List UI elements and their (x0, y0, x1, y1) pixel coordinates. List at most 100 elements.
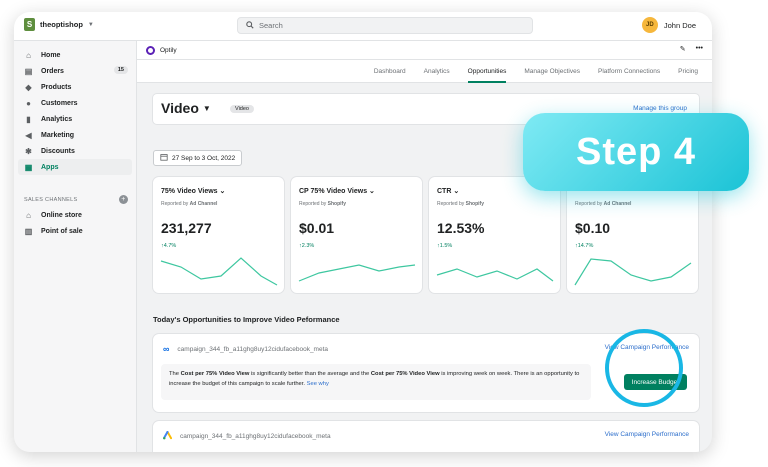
add-channel-icon[interactable]: + (119, 195, 128, 204)
metric-title-text: CP 75% Video Views (299, 188, 368, 195)
manage-group-link[interactable]: Manage this group (633, 105, 687, 112)
tab-dashboard[interactable]: Dashboard (374, 60, 406, 82)
opportunities-heading: Today's Opportunities to Improve Video P… (153, 315, 340, 324)
sidebar-item-home[interactable]: ⌂ Home (14, 47, 136, 63)
search-input[interactable]: Search (237, 17, 533, 34)
tab-pricing[interactable]: Pricing (678, 60, 698, 82)
source-name: Shopify (327, 201, 346, 207)
metric-source: Reported by Ad Channel (575, 201, 631, 207)
tab-platform-connections[interactable]: Platform Connections (598, 60, 660, 82)
desc-text: The (169, 371, 181, 377)
sparkline (160, 257, 278, 286)
home-icon: ⌂ (26, 50, 31, 60)
sidebar-item-marketing[interactable]: ◀ Marketing (14, 127, 136, 143)
chevron-down-icon: ▼ (87, 21, 94, 28)
campaign-name: campaign_344_fb_a11ghg8uy12cidufacebook_… (177, 345, 329, 353)
delta-value: 14.7% (577, 243, 594, 249)
metric-delta: ↑4.7% (161, 243, 176, 249)
chevron-down-icon: ⌄ (219, 188, 226, 195)
bar-chart-icon: ▮ (26, 114, 31, 124)
sidebar-item-label: Products (41, 83, 72, 91)
app-header-actions: ✎ ••• (680, 45, 703, 53)
pos-icon: ▥ (24, 226, 33, 236)
top-bar: S theoptishop ▼ Search JD John Doe (14, 12, 712, 41)
sidebar-item-analytics[interactable]: ▮ Analytics (14, 111, 136, 127)
sparkline-chart (298, 264, 416, 282)
metric-card[interactable]: Reported by Ad Channel $0.10 ↑14.7% (567, 177, 698, 293)
sidebar-item-products[interactable]: ◆ Products (14, 79, 136, 95)
metric-title: 75% Video Views ⌄ (161, 187, 225, 195)
app-window: S theoptishop ▼ Search JD John Doe ⌂ Hom… (14, 12, 712, 452)
sidebar-item-label: Customers (41, 99, 78, 107)
delta-value: 2.3% (301, 243, 315, 249)
sidebar-item-point-of-sale[interactable]: ▥ Point of sale (14, 223, 136, 239)
chevron-down-icon: ⌄ (369, 188, 375, 195)
pin-icon[interactable]: ✎ (680, 45, 686, 53)
avatar: JD (641, 17, 658, 33)
tab-analytics[interactable]: Analytics (424, 60, 450, 82)
sidebar-item-label: Discounts (41, 147, 75, 155)
search-icon (246, 20, 254, 31)
desc-metric: Cost per 75% Video View (370, 371, 440, 377)
sparkline (436, 268, 554, 282)
tag-icon: ◆ (25, 82, 32, 92)
sidebar-item-label: Marketing (41, 131, 75, 139)
sidebar-item-customers[interactable]: ● Customers (14, 95, 136, 111)
shopify-bag-icon: S (24, 18, 35, 31)
reported-by-label: Reported by (437, 201, 465, 207)
store-switcher[interactable]: S theoptishop ▼ (24, 18, 94, 31)
user-name: John Doe (663, 20, 696, 30)
metric-title: CP 75% Video Views ⌄ (299, 187, 375, 195)
meta-logo-icon: ∞ (163, 344, 170, 354)
tab-bar: Dashboard Analytics Opportunities Manage… (137, 60, 712, 83)
metric-source: Reported by Ad Channel (161, 201, 217, 207)
user-menu[interactable]: JD John Doe (641, 17, 696, 33)
tab-opportunities[interactable]: Opportunities (467, 60, 506, 83)
metric-card[interactable]: CTR ⌄ Reported by Shopify 12.53% ↑1.5% (429, 177, 560, 293)
metric-delta: ↑2.3% (299, 243, 314, 249)
reported-by-label: Reported by (299, 201, 327, 207)
campaign-header: ∞ campaign_344_fb_a11ghg8uy12cidufaceboo… (163, 344, 328, 354)
apps-icon: ▦ (24, 162, 33, 172)
opportunity-card: campaign_344_fb_a11ghg8uy12cidufacebook_… (153, 421, 699, 452)
store-icon: ⌂ (26, 210, 31, 220)
desc-text: is significantly better than the average… (249, 371, 371, 377)
group-chip: Video (230, 105, 254, 113)
source-name: Ad Channel (189, 201, 218, 207)
metric-delta: ↑1.5% (437, 243, 452, 249)
sidebar-item-label: Orders (41, 67, 64, 75)
metric-title: CTR ⌄ (437, 187, 459, 195)
view-campaign-performance-link[interactable]: View Campaign Performance (605, 431, 689, 438)
sidebar-item-discounts[interactable]: ✱ Discounts (14, 143, 136, 159)
sidebar-item-apps[interactable]: ▦ Apps (18, 159, 132, 175)
sidebar-item-label: Analytics (41, 115, 73, 123)
metric-title-text: CTR (437, 188, 452, 195)
store-name: theoptishop (40, 20, 83, 29)
metric-card[interactable]: 75% Video Views ⌄ Reported by Ad Channel… (153, 177, 284, 293)
sidebar-item-label: Online store (41, 211, 82, 219)
date-range-picker[interactable]: 27 Sep to 3 Oct, 2022 (153, 150, 243, 166)
sidebar-item-online-store[interactable]: ⌂ Online store (14, 207, 136, 223)
see-why-link[interactable]: See why (307, 381, 329, 387)
date-range-label: 27 Sep to 3 Oct, 2022 (172, 154, 236, 162)
campaign-header: campaign_344_fb_a11ghg8uy12cidufacebook_… (162, 430, 331, 442)
caret-down-icon: ▼ (202, 103, 211, 113)
sparkline (574, 258, 692, 286)
chevron-down-icon: ⌄ (453, 188, 460, 195)
highlight-ring (605, 329, 683, 407)
metric-card[interactable]: CP 75% Video Views ⌄ Reported by Shopify… (291, 177, 422, 293)
sales-channels-heading: SALES CHANNELS + (24, 195, 136, 204)
campaign-name: campaign_344_fb_a11ghg8uy12cidufacebook_… (180, 433, 331, 440)
orders-count-badge: 15 (113, 66, 128, 74)
delta-value: 1.5% (439, 243, 453, 249)
sales-channels-label: SALES CHANNELS (24, 197, 78, 203)
group-selector[interactable]: Video ▼ (161, 100, 211, 116)
metric-delta: ↑14.7% (575, 243, 593, 249)
tab-manage-objectives[interactable]: Manage Objectives (524, 60, 580, 82)
reported-by-label: Reported by (575, 201, 603, 207)
sidebar-item-orders[interactable]: ▤ Orders 15 (14, 63, 136, 79)
reported-by-label: Reported by (161, 201, 189, 207)
more-options-icon[interactable]: ••• (696, 45, 703, 53)
desc-metric: Cost per 75% Video View (180, 371, 250, 377)
megaphone-icon: ◀ (25, 130, 32, 140)
